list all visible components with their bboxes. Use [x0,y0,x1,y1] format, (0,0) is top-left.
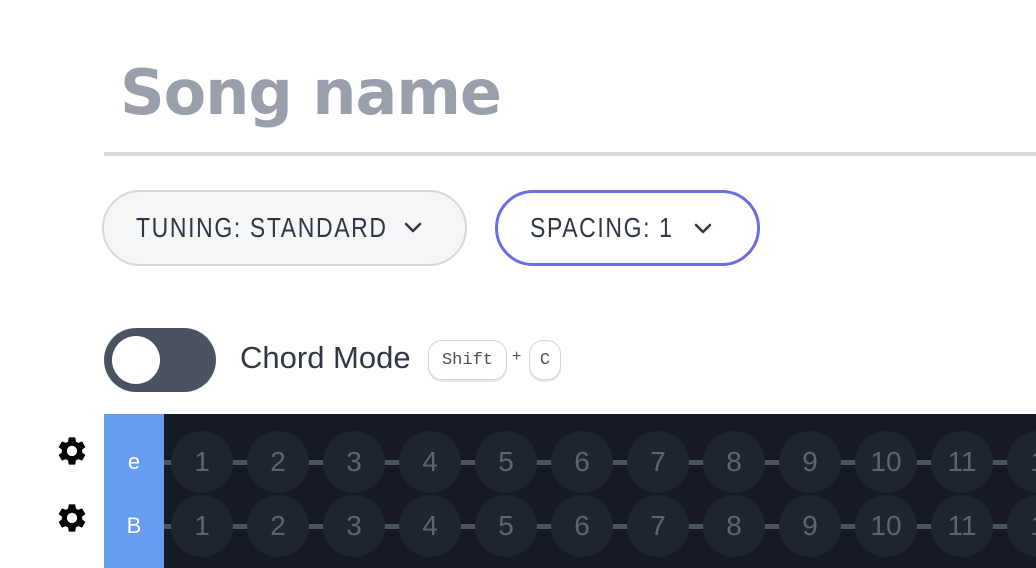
shortcut-plus: + [512,348,522,365]
fret-button[interactable]: 2 [247,431,309,493]
fret-button[interactable]: 7 [627,431,689,493]
fret-button[interactable]: 6 [551,431,613,493]
fret-button[interactable]: 1 [1007,431,1036,493]
chevron-down-icon [404,222,422,233]
fret-button[interactable]: 8 [703,495,765,557]
fret-button[interactable]: 1 [171,495,233,557]
fret-button[interactable]: 2 [247,495,309,557]
spacing-dropdown[interactable]: SPACING: 1 [495,190,760,266]
fret-button[interactable]: 10 [855,431,917,493]
fret-button[interactable]: 4 [399,431,461,493]
chord-mode-label: Chord Mode [240,340,411,375]
fret-button[interactable]: 8 [703,431,765,493]
gear-icon[interactable] [55,501,89,535]
tuning-dropdown-label: TUNING: STANDARD [136,212,388,243]
fret-button[interactable]: 6 [551,495,613,557]
fret-button[interactable]: 10 [855,495,917,557]
shortcut-key-shift: Shift [428,340,507,380]
fret-button[interactable]: 9 [779,431,841,493]
fret-button[interactable]: 7 [627,495,689,557]
chord-mode-toggle[interactable] [104,328,216,392]
tab-editor: Song name TUNING: STANDARD SPACING: 1 Ch… [0,0,1036,568]
shortcut-key-c: C [529,340,561,380]
string-name: B [126,513,142,538]
fret-button[interactable]: 11 [931,495,993,557]
fretboard: e12345678910111B12345678910111 [104,414,1036,568]
song-name-input[interactable]: Song name [120,56,502,129]
string-label-column [104,414,164,568]
fret-button[interactable]: 5 [475,495,537,557]
fret-button[interactable]: 4 [399,495,461,557]
fret-button[interactable]: 3 [323,431,385,493]
tuning-dropdown[interactable]: TUNING: STANDARD [102,190,467,266]
spacing-dropdown-label: SPACING: 1 [530,212,674,243]
string-name: e [127,449,141,474]
toggle-knob [112,336,160,384]
fret-button[interactable]: 3 [323,495,385,557]
gear-icon[interactable] [55,434,89,468]
fret-button[interactable]: 1 [1007,495,1036,557]
fret-button[interactable]: 1 [171,431,233,493]
fret-button[interactable]: 11 [931,431,993,493]
title-underline [104,152,1036,156]
chevron-down-icon [694,223,712,234]
fret-button[interactable]: 9 [779,495,841,557]
fret-button[interactable]: 5 [475,431,537,493]
